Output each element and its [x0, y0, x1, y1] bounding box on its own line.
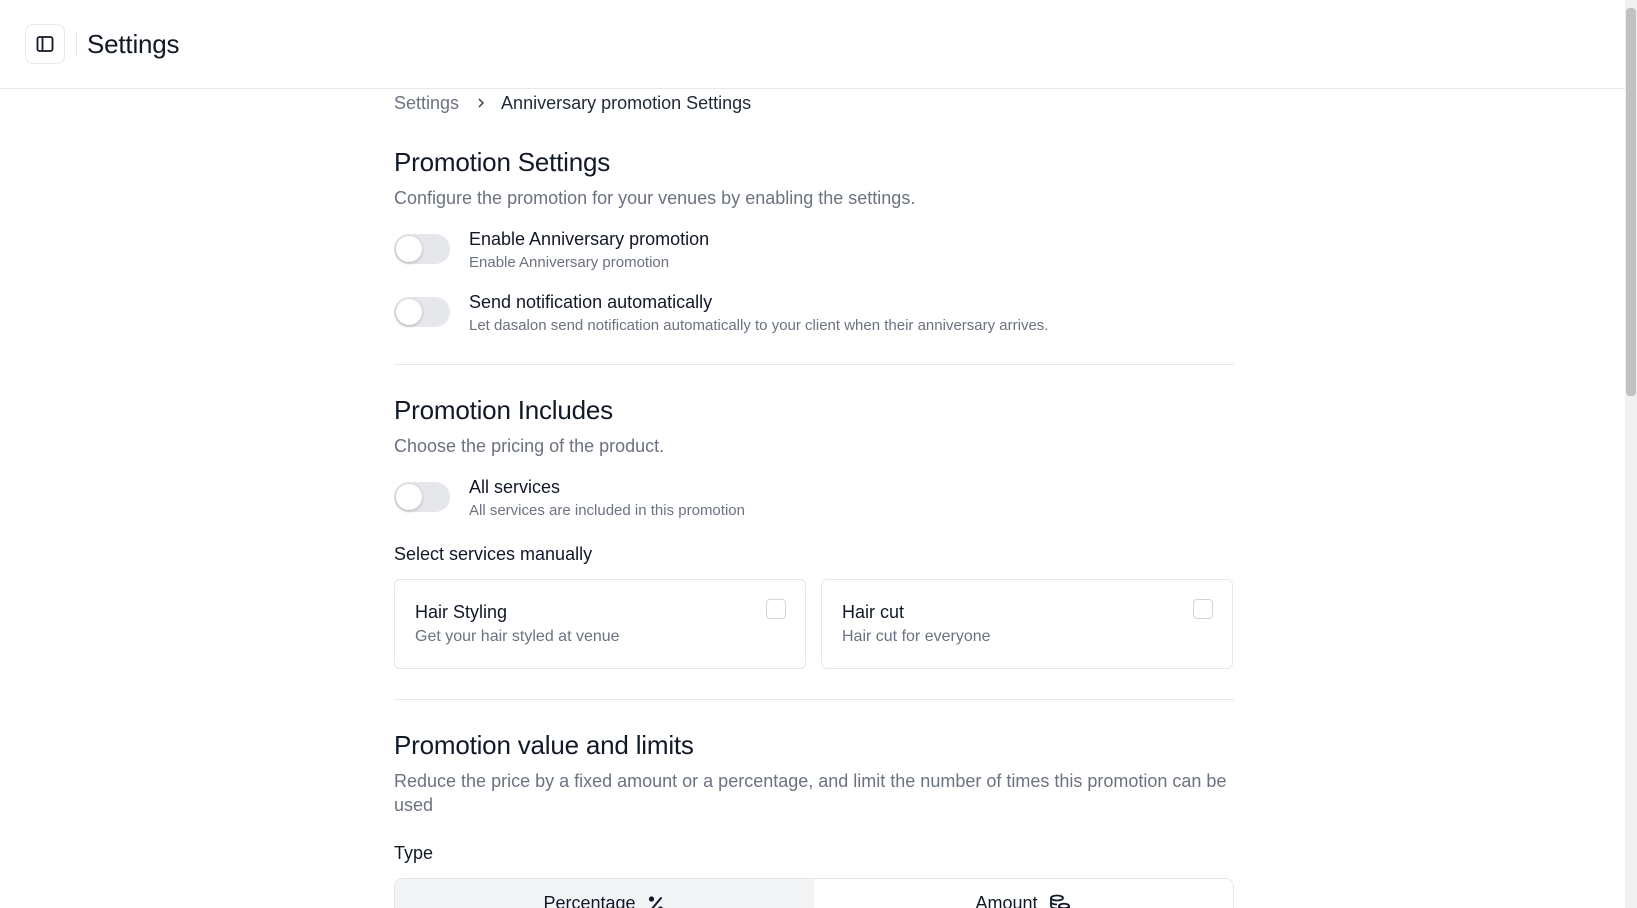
all-services-toggle[interactable]: [394, 482, 450, 512]
section-divider: [394, 364, 1234, 365]
service-checkbox[interactable]: [1193, 599, 1213, 619]
service-name: Hair Styling: [415, 602, 508, 622]
send-notification-toggle[interactable]: [394, 297, 450, 327]
all-services-description: All services are included in this promot…: [469, 502, 745, 519]
type-label: Type: [394, 843, 434, 863]
service-description: Hair cut for everyone: [842, 628, 991, 645]
section-divider: [394, 699, 1234, 700]
main-content: Settings Anniversary promotion Settings …: [394, 89, 1234, 908]
scrollbar-thumb[interactable]: [1626, 8, 1636, 396]
promotion-settings-description: Configure the promotion for your venues …: [394, 188, 916, 208]
enable-anniversary-toggle[interactable]: [394, 234, 450, 264]
service-card-hair-styling[interactable]: Hair Styling Get your hair styled at ven…: [394, 579, 806, 669]
service-checkbox[interactable]: [766, 599, 786, 619]
all-services-label: All services: [469, 477, 561, 497]
topbar-divider: [76, 31, 77, 57]
promotion-settings-title: Promotion Settings: [394, 147, 611, 177]
service-description: Get your hair styled at venue: [415, 628, 620, 645]
service-name: Hair cut: [842, 602, 905, 622]
promotion-value-description: Reduce the price by a fixed amount or a …: [394, 771, 1227, 815]
enable-anniversary-row: Enable Anniversary promotion Enable Anni…: [394, 228, 1234, 272]
breadcrumb-current: Anniversary promotion Settings: [501, 92, 752, 113]
enable-anniversary-description: Enable Anniversary promotion: [469, 254, 670, 271]
toggle-knob: [396, 484, 422, 510]
type-amount-label: Amount: [975, 893, 1038, 908]
breadcrumb-settings-link[interactable]: Settings: [394, 93, 459, 114]
send-notification-label: Send notification automatically: [469, 292, 713, 312]
type-amount-option[interactable]: Amount: [814, 879, 1233, 908]
scrollbar-track[interactable]: [1625, 0, 1637, 908]
type-segmented-control: Percentage Amount: [394, 878, 1234, 908]
promotion-settings-section: Promotion Settings Configure the promoti…: [394, 147, 1234, 335]
service-card-hair-cut[interactable]: Hair cut Hair cut for everyone: [821, 579, 1233, 669]
service-list: Hair Styling Get your hair styled at ven…: [394, 579, 1234, 669]
toggle-knob: [396, 299, 422, 325]
top-bar: Settings: [0, 0, 1625, 89]
all-services-row: All services All services are included i…: [394, 476, 1234, 520]
coins-icon: [1049, 894, 1070, 908]
type-percentage-option[interactable]: Percentage: [395, 879, 814, 908]
promotion-value-section: Promotion value and limits Reduce the pr…: [394, 730, 1234, 908]
toggle-knob: [396, 236, 422, 262]
promotion-value-title: Promotion value and limits: [394, 730, 694, 760]
sidebar-panel-icon: [36, 36, 54, 52]
send-notification-description: Let dasalon send notification automatica…: [469, 317, 1049, 334]
promotion-includes-title: Promotion Includes: [394, 395, 613, 425]
type-percentage-label: Percentage: [543, 893, 636, 908]
chevron-right-icon: [475, 97, 487, 109]
page-title: Settings: [87, 28, 180, 59]
select-services-label: Select services manually: [394, 544, 593, 564]
enable-anniversary-label: Enable Anniversary promotion: [469, 229, 710, 249]
promotion-includes-description: Choose the pricing of the product.: [394, 436, 665, 456]
send-notification-row: Send notification automatically Let dasa…: [394, 291, 1234, 335]
sidebar-toggle-button[interactable]: [25, 24, 65, 64]
percent-icon: [648, 895, 663, 908]
breadcrumb: Settings Anniversary promotion Settings: [394, 91, 1234, 115]
promotion-includes-section: Promotion Includes Choose the pricing of…: [394, 395, 1234, 669]
